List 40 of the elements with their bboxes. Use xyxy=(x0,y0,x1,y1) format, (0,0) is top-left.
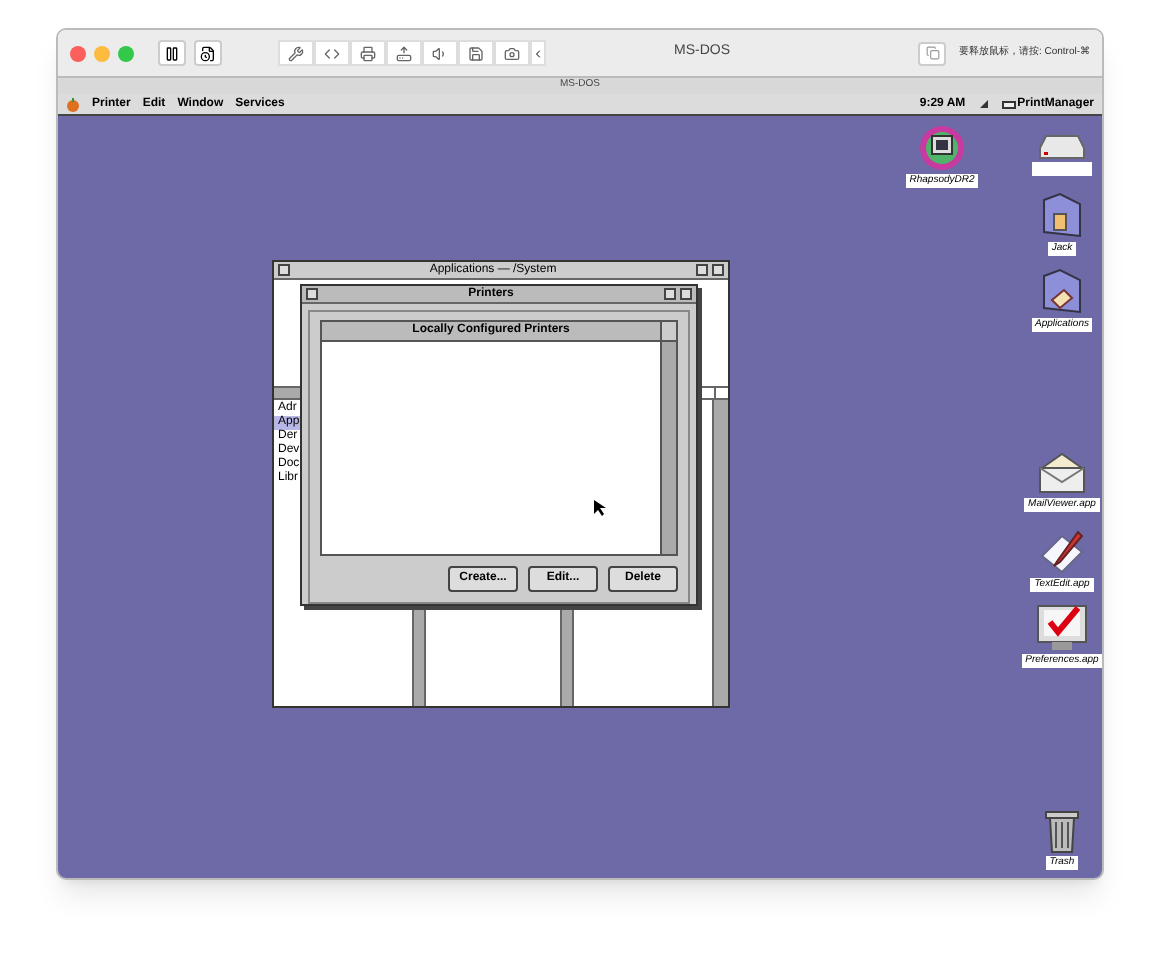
apple-logo-icon[interactable] xyxy=(66,97,80,111)
toolbar-button[interactable] xyxy=(422,40,458,66)
toolbar-button[interactable] xyxy=(314,40,350,66)
pause-icon xyxy=(164,45,180,61)
snapshot-button[interactable] xyxy=(194,40,222,66)
collapse-box[interactable] xyxy=(680,288,692,300)
collapse-box[interactable] xyxy=(712,264,725,276)
checkmark-monitor-icon xyxy=(1036,604,1088,652)
code-icon xyxy=(324,45,340,61)
folder-icon xyxy=(1040,268,1084,316)
trash-can-icon xyxy=(1044,806,1080,854)
camera-icon xyxy=(504,45,520,61)
pen-paper-icon xyxy=(1038,528,1086,576)
zoom-box[interactable] xyxy=(664,288,676,300)
wrench-icon xyxy=(288,45,304,61)
zoom-box[interactable] xyxy=(696,264,709,276)
toolbar-button[interactable] xyxy=(350,40,386,66)
toolbar-button[interactable] xyxy=(278,40,314,66)
pause-button[interactable] xyxy=(158,40,186,66)
toolbar-button[interactable] xyxy=(494,40,530,66)
close-box[interactable] xyxy=(278,264,290,276)
hard-drive-icon xyxy=(1038,132,1086,160)
copy-icon xyxy=(925,46,940,60)
folder-icon xyxy=(1040,192,1084,240)
save-icon xyxy=(468,45,484,61)
envelope-icon xyxy=(1036,452,1088,496)
scroll-bar[interactable] xyxy=(712,400,728,706)
file-clock-icon xyxy=(200,45,216,61)
chevron-left-icon xyxy=(532,45,544,61)
upload-icon xyxy=(396,45,412,61)
icon-label-field[interactable] xyxy=(1032,162,1092,176)
scroll-bar[interactable] xyxy=(660,322,676,554)
toolbar-button[interactable] xyxy=(458,40,494,66)
speaker-icon xyxy=(432,45,448,61)
close-box[interactable] xyxy=(306,288,318,300)
mouse-pointer-icon xyxy=(594,500,606,516)
monitor-globe-icon xyxy=(918,124,966,172)
chevron-button[interactable] xyxy=(530,40,546,66)
close-button[interactable] xyxy=(70,45,86,61)
toolbar-button[interactable] xyxy=(386,40,422,66)
